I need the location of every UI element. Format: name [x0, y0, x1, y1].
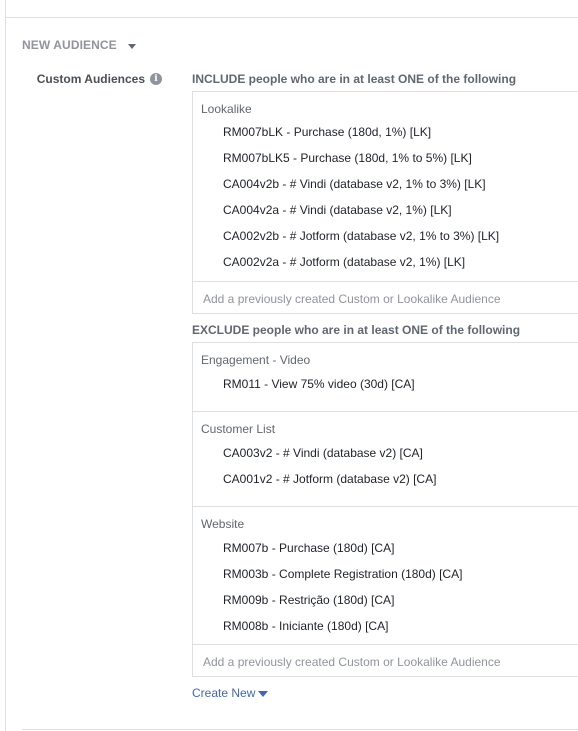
exclude-add-audience-input[interactable]: Add a previously created Custom or Looka…: [193, 644, 578, 676]
caret-down-icon: [258, 691, 269, 697]
panel-left-border: [5, 0, 6, 731]
audience-item[interactable]: RM007bLK5 - Purchase (180d, 1% to 5%) [L…: [223, 151, 472, 165]
exclude-rule-text: EXCLUDE people who are in at least ONE o…: [192, 323, 521, 337]
audience-item[interactable]: RM003b - Complete Registration (180d) [C…: [223, 567, 462, 581]
bottom-divider: [22, 729, 578, 730]
include-rule-text: INCLUDE people who are in at least ONE o…: [192, 72, 517, 86]
audience-item[interactable]: RM008b - Iniciante (180d) [CA]: [223, 619, 388, 633]
group-title: Website: [201, 517, 245, 531]
exclude-audience-box: Engagement - Video RM011 - View 75% vide…: [192, 342, 578, 677]
audience-item[interactable]: CA004v2a - # Vindi (database v2, 1%) [LK…: [223, 203, 452, 217]
include-audience-box: Lookalike RM007bLK - Purchase (180d, 1%)…: [192, 91, 578, 314]
create-new-label: Create New: [192, 686, 256, 700]
audience-group-customer-list: Customer List CA003v2 - # Vindi (databas…: [193, 411, 578, 506]
add-audience-placeholder: Add a previously created Custom or Looka…: [203, 655, 501, 669]
audience-group-website: Website RM007b - Purchase (180d) [CA] RM…: [193, 506, 578, 644]
audience-item[interactable]: CA001v2 - # Jotform (database v2) [CA]: [223, 472, 436, 486]
audience-group-engagement-video: Engagement - Video RM011 - View 75% vide…: [193, 343, 578, 411]
audience-item[interactable]: RM007bLK - Purchase (180d, 1%) [LK]: [223, 125, 431, 139]
audience-item[interactable]: CA002v2a - # Jotform (database v2, 1%) […: [223, 255, 465, 269]
audience-item[interactable]: CA004v2b - # Vindi (database v2, 1% to 3…: [223, 177, 486, 191]
include-add-audience-input[interactable]: Add a previously created Custom or Looka…: [193, 281, 578, 313]
custom-audiences-label-row: Custom Audiences i: [37, 72, 162, 86]
group-title: Engagement - Video: [201, 353, 311, 367]
group-title: Customer List: [201, 422, 276, 436]
audience-item[interactable]: RM011 - View 75% video (30d) [CA]: [223, 377, 415, 391]
create-new-button[interactable]: Create New: [192, 686, 269, 700]
audience-group-lookalike: Lookalike RM007bLK - Purchase (180d, 1%)…: [193, 92, 578, 281]
group-title: Lookalike: [201, 102, 252, 116]
audience-item[interactable]: CA002v2b - # Jotform (database v2, 1% to…: [223, 229, 499, 243]
chevron-down-icon: [127, 44, 136, 49]
add-audience-placeholder: Add a previously created Custom or Looka…: [203, 292, 501, 306]
section-title: NEW AUDIENCE: [22, 38, 117, 52]
top-divider: [5, 17, 578, 18]
info-icon[interactable]: i: [150, 73, 162, 85]
audience-item[interactable]: RM009b - Restrição (180d) [CA]: [223, 593, 394, 607]
audience-item[interactable]: CA003v2 - # Vindi (database v2) [CA]: [223, 446, 423, 460]
new-audience-toggle[interactable]: NEW AUDIENCE: [22, 38, 136, 52]
audience-item[interactable]: RM007b - Purchase (180d) [CA]: [223, 541, 394, 555]
custom-audiences-label: Custom Audiences: [36, 72, 145, 86]
